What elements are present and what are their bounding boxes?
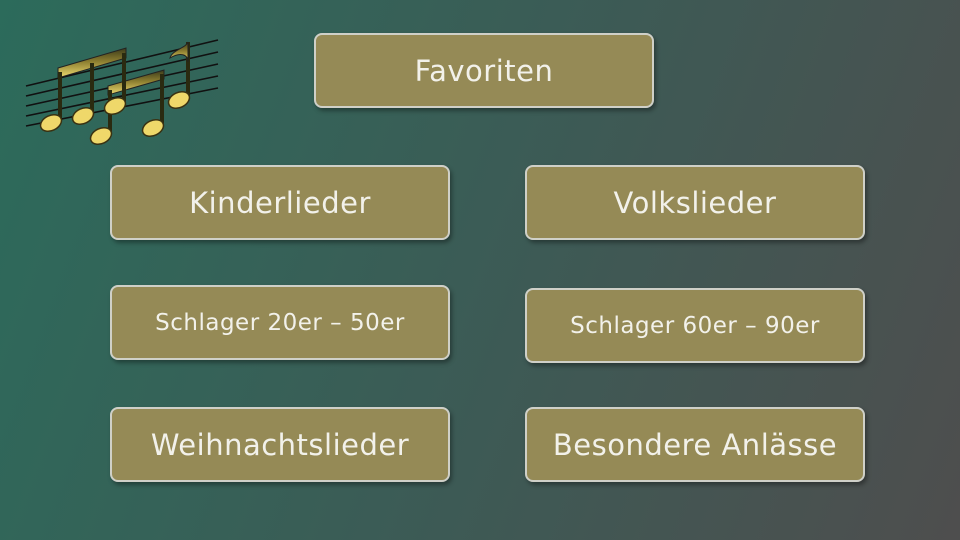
- schlager-60-90-button[interactable]: Schlager 60er – 90er: [525, 288, 865, 363]
- special-occasions-label: Besondere Anlässe: [552, 427, 838, 462]
- favorites-button[interactable]: Favoriten: [314, 33, 654, 108]
- children-songs-button[interactable]: Kinderlieder: [110, 165, 450, 240]
- music-notes-icon: [25, 39, 219, 145]
- schlager-20-50-label: Schlager 20er – 50er: [155, 309, 405, 336]
- schlager-20-50-button[interactable]: Schlager 20er – 50er: [110, 285, 450, 360]
- christmas-songs-button[interactable]: Weihnachtslieder: [110, 407, 450, 482]
- folk-songs-button[interactable]: Volkslieder: [525, 165, 865, 240]
- folk-songs-label: Volkslieder: [613, 185, 777, 220]
- favorites-label: Favoriten: [414, 53, 554, 88]
- christmas-songs-label: Weihnachtslieder: [150, 427, 410, 462]
- note-beams: [57, 47, 165, 96]
- children-songs-label: Kinderlieder: [189, 185, 371, 220]
- schlager-60-90-label: Schlager 60er – 90er: [570, 312, 820, 339]
- special-occasions-button[interactable]: Besondere Anlässe: [525, 407, 865, 482]
